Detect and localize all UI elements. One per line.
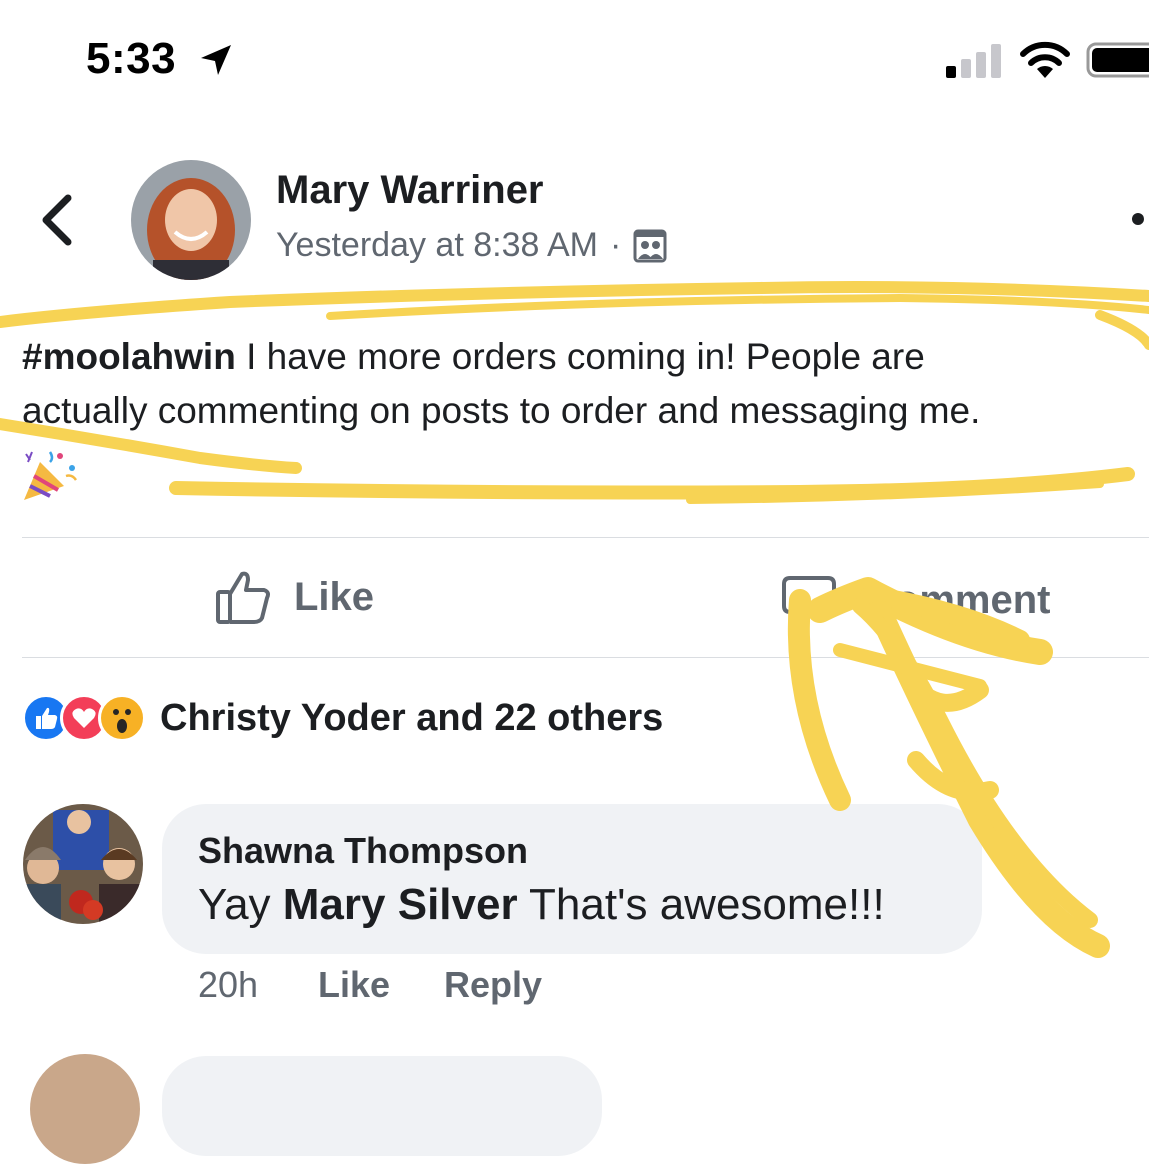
like-button[interactable]: Like <box>214 568 374 626</box>
post-text-1: I have more orders coming in! People are <box>235 336 925 377</box>
more-options-icon[interactable] <box>1132 213 1144 225</box>
party-popper-icon <box>24 451 78 500</box>
status-time: 5:33 <box>86 34 177 83</box>
divider-bottom <box>22 657 1149 658</box>
comment-mention[interactable]: Mary Silver <box>283 880 518 929</box>
next-commenter-avatar[interactable] <box>30 1054 140 1164</box>
post-text-line-1: #moolahwin I have more orders coming in!… <box>22 330 1149 384</box>
comment-text-suffix: That's awesome!!! <box>517 880 885 929</box>
back-chevron-icon[interactable] <box>36 192 76 248</box>
author-avatar[interactable] <box>131 160 251 280</box>
friends-icon <box>633 229 667 262</box>
meta-separator: · <box>609 226 622 264</box>
comment-icon <box>782 576 836 624</box>
post-text-line-2: actually commenting on posts to order an… <box>22 390 981 431</box>
reactions-count: Christy Yoder and 22 others <box>160 696 664 739</box>
post-author-name[interactable]: Mary Warriner <box>276 168 544 213</box>
post-meta: Yesterday at 8:38 AM · <box>276 226 667 265</box>
post-timestamp[interactable]: Yesterday at 8:38 AM <box>276 226 598 265</box>
commenter-avatar[interactable] <box>23 804 143 924</box>
comment-text: Yay Mary Silver That's awesome!!! <box>198 880 885 930</box>
comment-bubble[interactable] <box>162 804 982 954</box>
post-body: #moolahwin I have more orders coming in!… <box>22 330 1149 438</box>
wow-reaction-icon <box>98 694 146 742</box>
post-hashtag[interactable]: #moolahwin <box>22 336 236 377</box>
comment-text-prefix: Yay <box>198 880 283 929</box>
comment-like-button[interactable]: Like <box>318 964 390 1006</box>
comment-button-label: Comment <box>866 577 1051 622</box>
battery-icon <box>1086 42 1149 78</box>
comment-reply-button[interactable]: Reply <box>444 964 542 1006</box>
reactions-summary[interactable]: Christy Yoder and 22 others <box>22 694 663 742</box>
signal-icon <box>946 44 1001 78</box>
thumbs-up-icon <box>216 571 270 624</box>
wifi-icon <box>1020 41 1070 78</box>
comment-button[interactable]: Comment <box>782 574 1050 626</box>
like-button-label: Like <box>294 574 375 619</box>
comment-author[interactable]: Shawna Thompson <box>198 830 528 872</box>
comment-time: 20h <box>198 964 259 1005</box>
location-arrow-icon <box>201 45 231 75</box>
divider-top <box>22 537 1149 538</box>
next-comment-bubble[interactable] <box>162 1056 602 1156</box>
